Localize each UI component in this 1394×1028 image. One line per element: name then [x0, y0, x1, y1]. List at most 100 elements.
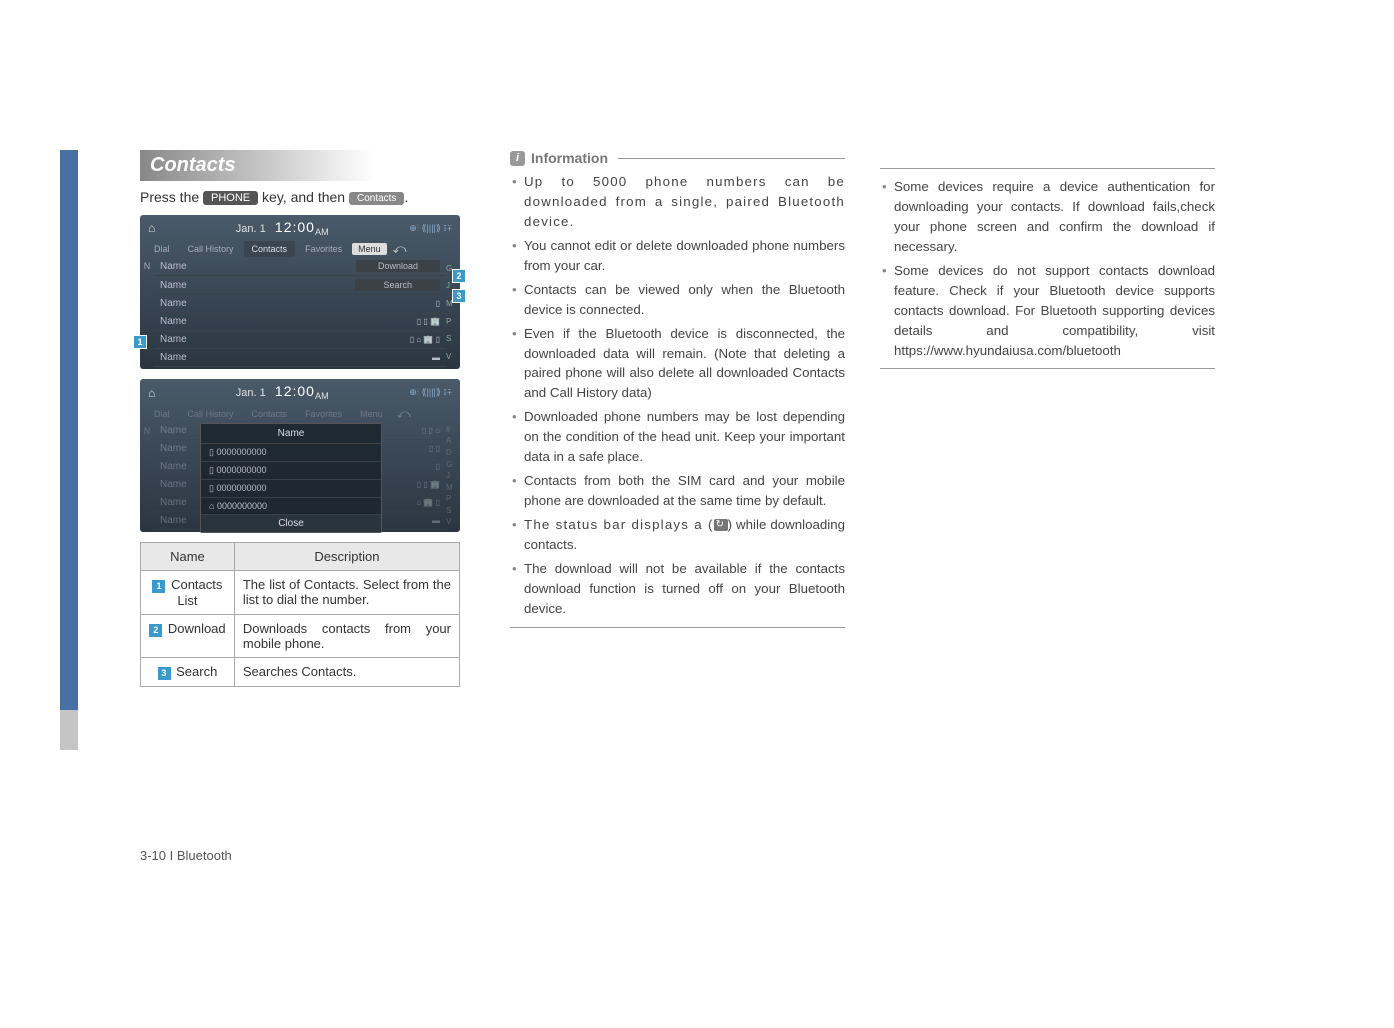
bullet-item: The download will not be available if th…	[510, 559, 845, 619]
info-icon: i	[510, 151, 525, 166]
tab-favorites: Favorites	[297, 406, 350, 422]
popup-name-header: Name	[201, 424, 381, 444]
callout-2: 2	[452, 269, 466, 283]
tab-call-history[interactable]: Call History	[180, 241, 242, 257]
list-item[interactable]: NameDownload	[154, 257, 446, 276]
alpha-letter: #	[446, 425, 460, 434]
row-desc: Downloads contacts from your mobile phon…	[234, 614, 459, 657]
list-item[interactable]: Name▯ ▯ 🏢	[154, 313, 446, 331]
bullet-item: Contacts from both the SIM card and your…	[510, 471, 845, 511]
contact-type-icons: ⌂ 🏢 ▯	[416, 498, 440, 507]
popup-number: 0000000000	[216, 447, 266, 457]
info-bullet-list: Up to 5000 phone numbers can be download…	[510, 172, 845, 619]
info-bullet-list-col3: Some devices require a device authentica…	[880, 177, 1215, 360]
popup-number-row[interactable]: ⌂ 0000000000	[201, 498, 381, 515]
back-icon: ⤺	[397, 406, 411, 422]
section-divider	[880, 368, 1215, 369]
row-name: Contacts List	[171, 577, 222, 608]
list-item[interactable]: NameSearch	[154, 276, 446, 295]
alpha-letter: G	[446, 460, 460, 469]
column-1: Contacts Press the PHONE key, and then C…	[140, 150, 475, 687]
instr-mid: key, and then	[262, 189, 345, 205]
row-name: Download	[168, 621, 226, 636]
signal-icons: ⊕⫶ ⟪||||⟫ ⫱⨤	[409, 223, 452, 234]
tab-dial[interactable]: Dial	[146, 241, 178, 257]
contacts-key-button[interactable]: Contacts	[349, 192, 404, 205]
ss1-date: Jan. 1	[236, 223, 266, 235]
section-title: Contacts	[140, 150, 475, 181]
instruction-line: Press the PHONE key, and then Contacts.	[140, 189, 475, 205]
table-header-desc: Description	[234, 542, 459, 570]
popup-number-row[interactable]: ▯ 0000000000	[201, 480, 381, 498]
screenshot-contacts-list: ⌂ Jan. 1 12:00AM ⊕⫶ ⟪||||⟫ ⫱⨤ Dial Call …	[140, 215, 460, 369]
column-2: i Information Up to 5000 phone numbers c…	[510, 150, 845, 687]
ss2-date: Jan. 1	[236, 387, 266, 399]
ss2-time: 12:00	[275, 383, 315, 399]
alpha-letter: P	[446, 494, 460, 503]
tab-favorites[interactable]: Favorites	[297, 241, 350, 257]
information-header: i Information	[510, 150, 845, 166]
bullet-item: Up to 5000 phone numbers can be download…	[510, 172, 845, 232]
alpha-letter: J	[446, 471, 460, 480]
info-divider-line	[618, 158, 845, 159]
popup-number: 0000000000	[217, 501, 267, 511]
home-icon[interactable]: ⌂	[148, 386, 155, 400]
contact-detail-popup: Name ▯ 0000000000 ▯ 0000000000 ▯ 0000000…	[200, 423, 382, 533]
bullet-text-pre: The status bar displays a (	[524, 517, 714, 532]
download-status-icon	[714, 519, 728, 531]
bullet-item: Some devices require a device authentica…	[880, 177, 1215, 257]
tab-contacts: Contacts	[244, 406, 296, 422]
contact-type-icons: ▯ ▯ 🏢	[417, 480, 440, 489]
alpha-letter[interactable]: P	[446, 317, 460, 326]
row-number-badge: 3	[158, 667, 171, 680]
row-label: Name	[160, 298, 436, 309]
description-table: Name Description 1 Contacts List The lis…	[140, 542, 460, 687]
popup-number-row[interactable]: ▯ 0000000000	[201, 462, 381, 480]
download-dropdown-item[interactable]: Download	[356, 260, 440, 272]
alpha-letter: S	[446, 506, 460, 515]
ss2-tabs: Dial Call History Contacts Favorites Men…	[140, 406, 460, 422]
bullet-item: You cannot edit or delete downloaded pho…	[510, 236, 845, 276]
alpha-letter[interactable]: S	[446, 334, 460, 343]
popup-number-row[interactable]: ▯ 0000000000	[201, 444, 381, 462]
contact-type-icons: ▯ ▯ ⌂	[422, 426, 440, 435]
bullet-item: Even if the Bluetooth device is disconne…	[510, 324, 845, 404]
bullet-text: Up to 5000 phone numbers can be download…	[524, 174, 845, 229]
ss2-left-letter: N	[140, 422, 154, 530]
bullet-item: Some devices do not support contacts dow…	[880, 261, 1215, 361]
bullet-item: Contacts can be viewed only when the Blu…	[510, 280, 845, 320]
list-item[interactable]: Name▯ ⌂ 🏢 ▯	[154, 331, 446, 349]
popup-close-button[interactable]: Close	[201, 515, 381, 532]
row-desc: The list of Contacts. Select from the li…	[234, 570, 459, 614]
ss1-tabs: Dial Call History Contacts Favorites Men…	[140, 241, 460, 257]
table-header-name: Name	[141, 542, 235, 570]
row-label: Name	[160, 280, 355, 291]
alpha-letter: M	[446, 483, 460, 492]
page-content: Contacts Press the PHONE key, and then C…	[80, 150, 1340, 687]
list-item[interactable]: Name▬	[154, 349, 446, 367]
ss1-time: 12:00	[275, 219, 315, 235]
row-label: Name	[160, 352, 432, 363]
bullet-item: The status bar displays a () while downl…	[510, 515, 845, 555]
side-tab-grey	[60, 710, 78, 750]
tab-dial: Dial	[146, 406, 178, 422]
bullet-item: Downloaded phone numbers may be lost dep…	[510, 407, 845, 467]
alpha-letter: D	[446, 448, 460, 457]
contact-type-icons: ▯ ⌂ 🏢 ▯	[410, 335, 440, 344]
list-item[interactable]: Name▯	[154, 295, 446, 313]
search-dropdown-item[interactable]: Search	[355, 279, 440, 291]
back-icon[interactable]: ⤺	[393, 241, 407, 257]
section-divider	[510, 627, 845, 628]
section-divider	[880, 168, 1215, 169]
table-row: 3 Search Searches Contacts.	[141, 657, 460, 686]
menu-button[interactable]: Menu	[352, 243, 387, 255]
alpha-letter[interactable]: V	[446, 352, 460, 361]
side-tab-blue	[60, 150, 78, 710]
contact-type-icons: ▯ ▯ 🏢	[417, 317, 440, 326]
menu-button: Menu	[352, 406, 391, 422]
phone-key-button[interactable]: PHONE	[203, 191, 258, 205]
home-icon[interactable]: ⌂	[148, 221, 155, 235]
tab-contacts[interactable]: Contacts	[244, 241, 296, 257]
contact-type-icons: ▯	[436, 462, 440, 471]
info-label: Information	[531, 150, 608, 166]
